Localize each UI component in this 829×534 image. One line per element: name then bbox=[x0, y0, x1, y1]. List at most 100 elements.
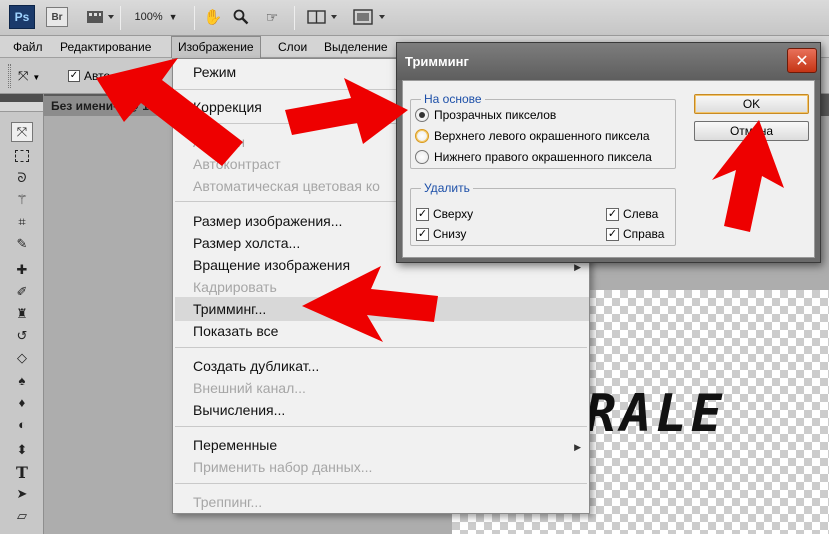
zoom-level-value: 100% bbox=[134, 11, 163, 23]
auto-select-label: Авто bbox=[84, 69, 111, 83]
chevron-down-icon: ▼ bbox=[32, 73, 41, 82]
checkmark-icon: ✓ bbox=[416, 207, 429, 221]
submenu-arrow-icon: ▶ bbox=[574, 262, 581, 272]
move-tool-icon[interactable]: ⤧ bbox=[11, 122, 33, 142]
clone-stamp-icon[interactable]: ♜ bbox=[11, 304, 33, 324]
rotate-view-icon[interactable]: ☞ bbox=[262, 7, 282, 27]
menu-item-reveal-all[interactable]: Показать все bbox=[193, 323, 278, 339]
tools-panel: ⤧ ᘐ ⚚ ⌗ ✎ ✚ ✐ ♜ ↺ ◇ ♠ ♦ ◐ ⬍ T ➤ ▱ bbox=[0, 94, 44, 534]
move-tool-icon: ⤧ bbox=[18, 68, 29, 83]
checkbox-right-label: Справа bbox=[623, 227, 665, 241]
trim-away-group-title: Удалить bbox=[421, 181, 473, 195]
separator bbox=[120, 6, 121, 30]
document-tab[interactable]: Без имени-1 @ 100 bbox=[44, 96, 178, 116]
checkmark-icon: ✓ bbox=[606, 227, 619, 241]
tools-panel-header[interactable] bbox=[0, 94, 43, 102]
radio-top-left-label: Верхнего левого окрашенного пиксела bbox=[434, 129, 650, 143]
bridge-button[interactable]: Br bbox=[46, 7, 68, 27]
menu-edit[interactable]: Редактирование bbox=[54, 36, 157, 58]
trim-away-group: Удалить ✓ Сверху ✓ Снизу ✓ Слева ✓ Справ… bbox=[410, 181, 676, 246]
trim-dialog: Тримминг ✕ На основе Прозрачных пикселов… bbox=[396, 42, 821, 263]
checkbox-left-label: Слева bbox=[623, 207, 659, 221]
zoom-level-dropdown[interactable]: 100% ▼ bbox=[128, 7, 184, 27]
radio-icon bbox=[415, 150, 429, 164]
menu-item-auto-contrast: Автоконтраст bbox=[193, 156, 281, 172]
radio-top-left-pixel[interactable]: Верхнего левого окрашенного пиксела bbox=[415, 129, 650, 143]
radio-transparent-label: Прозрачных пикселов bbox=[434, 108, 557, 122]
zoom-tool-icon[interactable] bbox=[232, 7, 250, 27]
screen-mode-button[interactable] bbox=[352, 7, 390, 27]
menu-layers[interactable]: Слои bbox=[272, 36, 313, 58]
separator bbox=[294, 6, 295, 30]
menu-separator bbox=[175, 426, 587, 427]
menu-item-variables[interactable]: Переменные bbox=[193, 437, 277, 453]
menu-item-image-rotation[interactable]: Вращение изображения bbox=[193, 257, 350, 273]
radio-transparent-pixels[interactable]: Прозрачных пикселов bbox=[415, 108, 556, 122]
type-tool-icon[interactable]: T bbox=[11, 462, 33, 482]
checkbox-right[interactable]: ✓ Справа bbox=[606, 227, 664, 241]
app-bar: Ps Br 100% ▼ ✋ ☞ bbox=[0, 0, 829, 36]
menu-item-auto-color: Автоматическая цветовая ко bbox=[193, 178, 380, 194]
menu-item-canvas-size[interactable]: Размер холста... bbox=[193, 235, 300, 251]
menu-item-duplicate[interactable]: Создать дубликат... bbox=[193, 358, 319, 374]
menu-item-adjustments[interactable]: Коррекция bbox=[193, 99, 262, 115]
dialog-body: На основе Прозрачных пикселов Верхнего л… bbox=[402, 80, 815, 258]
shape-tool-icon[interactable]: ▱ bbox=[11, 506, 33, 526]
auto-select-checkbox[interactable]: ✓ bbox=[68, 70, 80, 82]
menu-item-apply-data-set: Применить набор данных... bbox=[193, 459, 373, 475]
radio-selected-icon bbox=[415, 108, 429, 122]
checkbox-left[interactable]: ✓ Слева bbox=[606, 207, 658, 221]
checkbox-top[interactable]: ✓ Сверху bbox=[416, 207, 473, 221]
chevron-down-icon: ▼ bbox=[168, 12, 178, 22]
ok-button[interactable]: OK bbox=[694, 94, 809, 114]
eyedropper-icon[interactable]: ✎ bbox=[11, 234, 33, 254]
arrange-icon bbox=[307, 10, 337, 24]
pen-tool-icon[interactable]: ⬍ bbox=[11, 440, 33, 460]
healing-brush-icon[interactable]: ✚ bbox=[11, 260, 33, 280]
blur-tool-icon[interactable]: ♦ bbox=[11, 392, 33, 412]
submenu-arrow-icon: ▶ bbox=[574, 442, 581, 452]
menu-image[interactable]: Изображение bbox=[171, 36, 261, 58]
menu-item-image-size[interactable]: Размер изображения... bbox=[193, 213, 342, 229]
tools-panel-grip[interactable] bbox=[0, 102, 43, 112]
menu-file[interactable]: Файл bbox=[7, 36, 49, 58]
eraser-icon[interactable]: ◇ bbox=[11, 348, 33, 368]
menu-item-trap: Треппинг... bbox=[193, 494, 263, 510]
menu-item-calculations[interactable]: Вычисления... bbox=[193, 402, 285, 418]
screen-mode-icon bbox=[353, 9, 385, 25]
view-extras-button[interactable] bbox=[84, 7, 118, 27]
photoshop-logo: Ps bbox=[9, 5, 35, 29]
hand-tool-icon[interactable]: ✋ bbox=[204, 7, 223, 27]
checkbox-bottom-label: Снизу bbox=[433, 227, 467, 241]
checkbox-bottom[interactable]: ✓ Снизу bbox=[416, 227, 466, 241]
paint-bucket-icon[interactable]: ♠ bbox=[11, 370, 33, 390]
checkmark-icon: ✓ bbox=[606, 207, 619, 221]
options-grip[interactable] bbox=[8, 64, 11, 88]
close-icon[interactable]: ✕ bbox=[787, 48, 817, 73]
menu-item-crop: Кадрировать bbox=[193, 279, 277, 295]
lasso-tool-icon[interactable]: ᘐ bbox=[11, 168, 33, 188]
menu-separator bbox=[175, 483, 587, 484]
menu-item-apply-image: Внешний канал... bbox=[193, 380, 306, 396]
radio-bottom-right-pixel[interactable]: Нижнего правого окрашенного пиксела bbox=[415, 150, 652, 164]
menu-item-trim[interactable]: Тримминг... bbox=[193, 301, 266, 317]
cancel-button[interactable]: Отмена bbox=[694, 121, 809, 141]
radio-bottom-right-label: Нижнего правого окрашенного пиксела bbox=[434, 150, 652, 164]
dialog-titlebar[interactable]: Тримминг ✕ bbox=[397, 43, 820, 80]
magic-wand-icon[interactable]: ⚚ bbox=[11, 190, 33, 210]
brush-tool-icon[interactable]: ✐ bbox=[11, 282, 33, 302]
dodge-tool-icon[interactable]: ◐ bbox=[11, 414, 33, 434]
menu-separator bbox=[175, 347, 587, 348]
marquee-tool-icon[interactable] bbox=[11, 146, 33, 166]
history-brush-icon[interactable]: ↺ bbox=[11, 326, 33, 346]
based-on-group: На основе Прозрачных пикселов Верхнего л… bbox=[410, 92, 676, 169]
checkmark-icon: ✓ bbox=[416, 227, 429, 241]
menu-select[interactable]: Выделение bbox=[318, 36, 394, 58]
radio-icon bbox=[415, 129, 429, 143]
separator bbox=[194, 6, 195, 30]
tool-preset-picker[interactable]: ⤧ ▼ bbox=[18, 68, 40, 84]
menu-item-mode[interactable]: Режим bbox=[193, 64, 236, 80]
arrange-documents-button[interactable] bbox=[306, 7, 342, 27]
path-selection-icon[interactable]: ➤ bbox=[11, 484, 33, 504]
crop-tool-icon[interactable]: ⌗ bbox=[11, 212, 33, 232]
